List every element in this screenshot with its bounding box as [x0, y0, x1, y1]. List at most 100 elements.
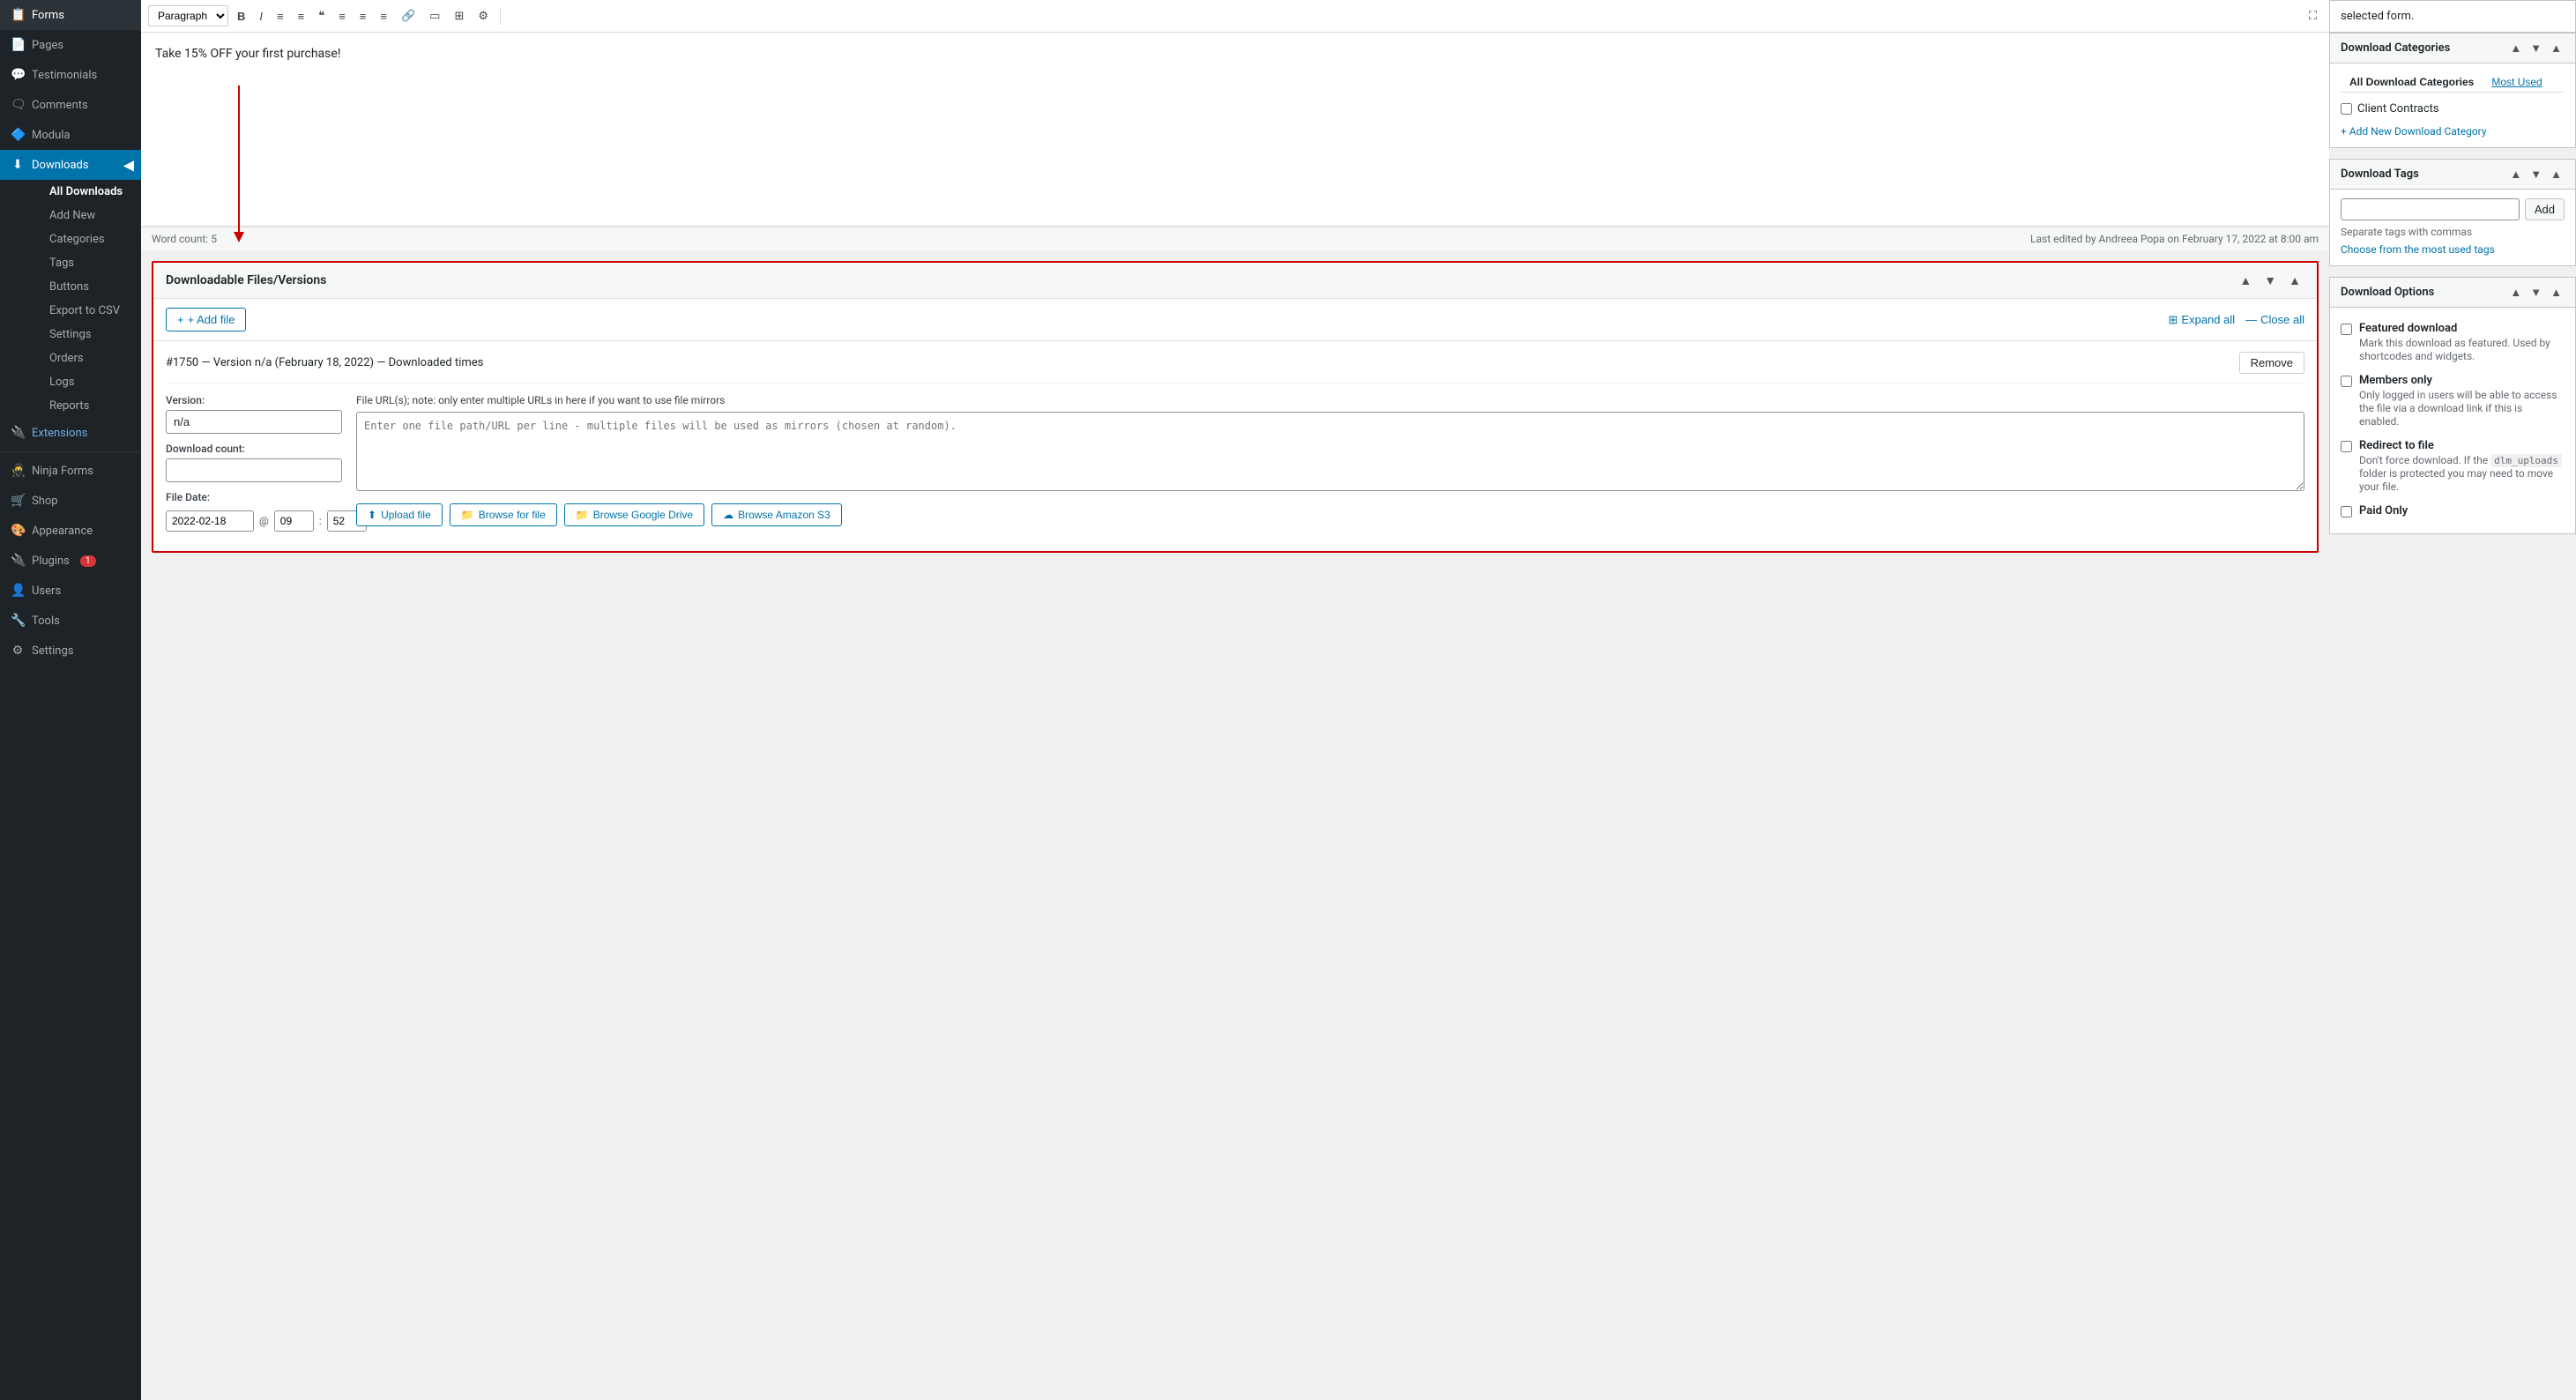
dlm-title: Downloadable Files/Versions [166, 273, 326, 287]
close-all-button[interactable]: — Close all [2245, 313, 2304, 327]
sidebar-item-testimonials[interactable]: 💬 Testimonials [0, 60, 141, 90]
tags-toggle-button[interactable]: ▲ [2548, 167, 2565, 182]
option-featured-checkbox[interactable] [2341, 324, 2352, 335]
grid-button[interactable]: ⊞ [449, 5, 469, 26]
editor-content[interactable]: Take 15% OFF your first purchase! [141, 33, 2329, 227]
tags-up-button[interactable]: ▲ [2507, 167, 2524, 182]
italic-button[interactable]: I [254, 6, 268, 26]
sidebar-sub-buttons[interactable]: Buttons [25, 275, 141, 299]
browse-gdrive-button[interactable]: 📁 Browse Google Drive [564, 503, 704, 526]
blockquote-button[interactable]: ❝ [313, 5, 330, 26]
download-count-label: Download count: [166, 443, 342, 455]
option-featured: Featured download Mark this download as … [2341, 316, 2565, 369]
option-redirect-checkbox[interactable] [2341, 441, 2352, 452]
sidebar-item-users[interactable]: 👤 Users [0, 576, 141, 606]
table-button[interactable]: ▭ [424, 5, 445, 26]
sidebar-item-tools[interactable]: 🔧 Tools [0, 606, 141, 636]
version-input[interactable] [166, 410, 342, 434]
plugins-badge: 1 [80, 555, 96, 567]
align-right-button[interactable]: ≡ [375, 6, 392, 26]
ordered-list-button[interactable]: ≡ [293, 6, 310, 26]
options-down-button[interactable]: ▼ [2528, 285, 2544, 300]
dlm-collapse-up-button[interactable]: ▲ [2236, 272, 2255, 289]
remove-button[interactable]: Remove [2239, 352, 2304, 374]
choose-tags-link[interactable]: Choose from the most used tags [2341, 243, 2495, 256]
plus-icon: + [177, 313, 184, 326]
sidebar-sub-logs[interactable]: Logs [25, 370, 141, 394]
file-url-textarea[interactable] [356, 412, 2304, 491]
sidebar-item-appearance[interactable]: 🎨 Appearance [0, 516, 141, 546]
sidebar-item-modula[interactable]: 🔷 Modula [0, 120, 141, 150]
editor-text: Take 15% OFF your first purchase! [155, 47, 2315, 61]
sidebar-item-extensions[interactable]: 🔌 Extensions [0, 418, 141, 448]
sidebar-item-ninja-forms[interactable]: 🥷 Ninja Forms [0, 456, 141, 486]
category-checkbox-client-contracts[interactable] [2341, 103, 2352, 115]
option-members-only-text: Members only Only logged in users will b… [2359, 374, 2565, 428]
browse-for-file-button[interactable]: 📁 Browse for file [450, 503, 557, 526]
dlm-actions: + + Add file ⊞ Expand all — Close all [153, 299, 2317, 341]
link-button[interactable]: 🔗 [396, 5, 421, 26]
tags-down-button[interactable]: ▼ [2528, 167, 2544, 182]
arrow-line [238, 86, 240, 235]
last-edited: Last edited by Andreea Popa on February … [2030, 233, 2319, 245]
options-toggle-button[interactable]: ▲ [2548, 285, 2565, 300]
tab-most-used[interactable]: Most Used [2483, 72, 2550, 92]
bold-button[interactable]: B [232, 6, 250, 26]
sidebar-sub-orders[interactable]: Orders [25, 346, 141, 370]
upload-file-button[interactable]: ⬆ Upload file [356, 503, 443, 526]
word-count-value: 5 [211, 233, 217, 245]
file-hour-input[interactable] [274, 510, 314, 532]
option-redirect-desc: Don't force download. If the dlm_uploads… [2359, 454, 2562, 493]
dlm-toggle-button[interactable]: ▲ [2285, 272, 2304, 289]
sidebar-item-settings[interactable]: ⚙ Settings [0, 636, 141, 666]
categories-toggle-button[interactable]: ▲ [2548, 41, 2565, 56]
add-tag-button[interactable]: Add [2525, 198, 2565, 220]
align-center-button[interactable]: ≡ [354, 6, 372, 26]
sidebar-sub-export-csv[interactable]: Export to CSV [25, 299, 141, 323]
gdrive-icon: 📁 [576, 509, 589, 521]
option-paid-only-checkbox[interactable] [2341, 506, 2352, 518]
sidebar-item-shop[interactable]: 🛒 Shop [0, 486, 141, 516]
unordered-list-button[interactable]: ≡ [272, 6, 289, 26]
sidebar-item-plugins[interactable]: 🔌 Plugins 1 [0, 546, 141, 576]
sidebar-sub-settings[interactable]: Settings [25, 323, 141, 346]
sidebar-sub-tags[interactable]: Tags [25, 251, 141, 275]
sidebar-sub-all-downloads[interactable]: All Downloads [25, 180, 141, 204]
file-date-input[interactable] [166, 510, 254, 532]
tags-input[interactable] [2341, 198, 2520, 220]
tab-all-categories[interactable]: All Download Categories [2341, 72, 2483, 92]
sidebar-item-forms[interactable]: 📋 Forms [0, 0, 141, 30]
settings-toolbar-button[interactable]: ⚙ [473, 5, 494, 26]
sidebar-item-pages[interactable]: 📄 Pages [0, 30, 141, 60]
option-redirect-label: Redirect to file [2359, 439, 2565, 452]
category-label-client-contracts: Client Contracts [2357, 102, 2439, 115]
sidebar-item-comments[interactable]: 🗨 Comments [0, 90, 141, 120]
sidebar-label-plugins: Plugins [32, 555, 70, 568]
sidebar-sub-add-new[interactable]: Add New [25, 204, 141, 227]
categories-up-button[interactable]: ▲ [2507, 41, 2524, 56]
sidebar-sub-reports[interactable]: Reports [25, 394, 141, 418]
options-up-button[interactable]: ▲ [2507, 285, 2524, 300]
categories-down-button[interactable]: ▼ [2528, 41, 2544, 56]
dlm-expand-controls: ⊞ Expand all — Close all [2169, 313, 2304, 327]
align-left-button[interactable]: ≡ [333, 6, 351, 26]
sidebar-label-testimonials: Testimonials [32, 69, 97, 82]
expand-icon: ⊞ [2169, 313, 2178, 327]
browse-s3-button[interactable]: ☁ Browse Amazon S3 [711, 503, 842, 526]
dlm-right-fields: File URL(s); note: only enter multiple U… [356, 394, 2304, 526]
sidebar-label-forms: Forms [32, 9, 64, 22]
add-new-category-link[interactable]: + Add New Download Category [2341, 125, 2487, 138]
fullscreen-button[interactable]: ⛶ [2304, 5, 2322, 26]
sidebar-item-downloads[interactable]: ⬇ Downloads ◀ [0, 150, 141, 180]
expand-all-label: Expand all [2181, 313, 2235, 326]
option-redirect-text: Redirect to file Don't force download. I… [2359, 439, 2565, 494]
add-file-button[interactable]: + + Add file [166, 308, 246, 331]
option-members-only-checkbox[interactable] [2341, 376, 2352, 387]
download-count-input[interactable] [166, 458, 342, 482]
expand-all-button[interactable]: ⊞ Expand all [2169, 313, 2236, 327]
paragraph-select[interactable]: Paragraph [148, 5, 228, 26]
shop-icon: 🛒 [11, 494, 25, 508]
dlm-collapse-down-button[interactable]: ▼ [2260, 272, 2280, 289]
dlm-file-title: #1750 — Version n/a (February 18, 2022) … [166, 356, 483, 369]
sidebar-sub-categories[interactable]: Categories [25, 227, 141, 251]
